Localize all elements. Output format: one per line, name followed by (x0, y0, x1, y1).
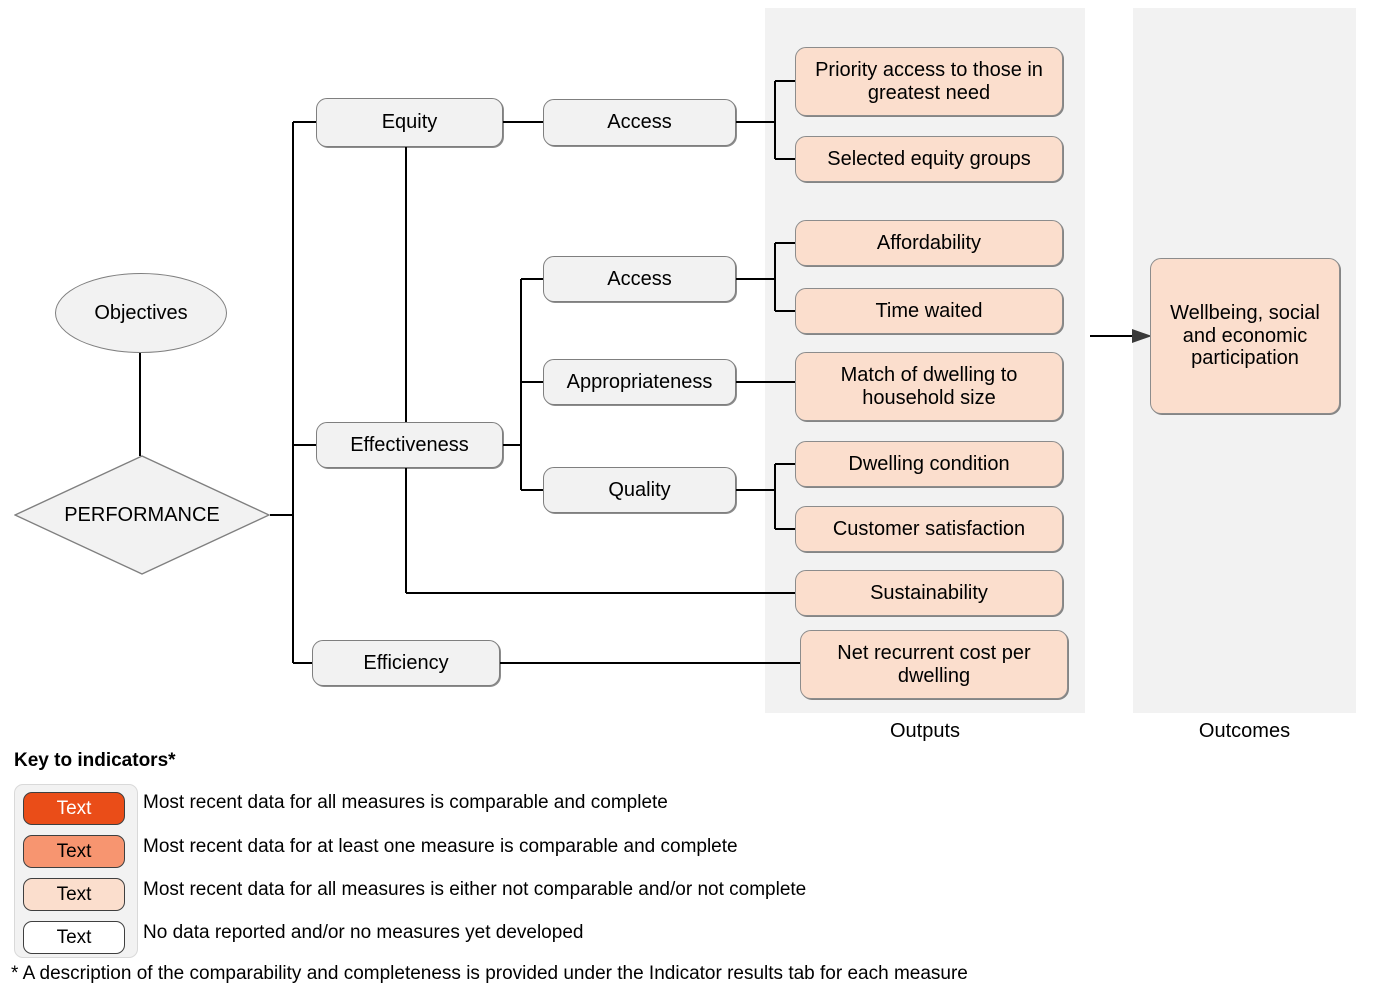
output-priority-access: Priority access to those in greatest nee… (795, 47, 1063, 116)
output-affordability-label: Affordability (876, 231, 982, 254)
output-time-waited: Time waited (795, 288, 1063, 334)
node-effectiveness-label: Effectiveness (350, 433, 469, 456)
diagram-canvas: Objectives PERFORMANCE Equity Effectiven… (0, 0, 1375, 997)
outcome-wellbeing: Wellbeing, social and economic participa… (1150, 258, 1340, 414)
output-sustainability: Sustainability (795, 570, 1063, 616)
node-objectives: Objectives (55, 273, 227, 353)
node-equity: Equity (316, 98, 503, 147)
legend-description-complete: Most recent data for all measures is com… (143, 792, 668, 813)
output-affordability: Affordability (795, 220, 1063, 266)
outcomes-column-label: Outcomes (1198, 720, 1291, 742)
output-selected-equity-groups: Selected equity groups (795, 136, 1063, 182)
output-net-recurrent-cost-label: Net recurrent cost per dwelling (837, 641, 1031, 687)
node-effectiveness-access-label: Access (607, 267, 672, 290)
legend-title: Key to indicators* (14, 750, 176, 771)
legend-swatch-partial: Text (23, 835, 125, 868)
legend-swatch-complete: Text (23, 792, 125, 825)
outcome-wellbeing-label: Wellbeing, social and economic participa… (1170, 301, 1320, 370)
legend-swatch-nodata: Text (23, 921, 125, 954)
legend-description-nodata: No data reported and/or no measures yet … (143, 922, 584, 943)
legend-footnote: * A description of the comparability and… (11, 963, 968, 984)
output-customer-satisfaction-label: Customer satisfaction (832, 517, 1026, 540)
legend-description-partial: Most recent data for at least one measur… (143, 836, 738, 857)
node-performance-label: PERFORMANCE (64, 503, 220, 526)
node-performance: PERFORMANCE (14, 455, 270, 575)
node-equity-access-label: Access (607, 111, 672, 134)
output-sustainability-label: Sustainability (870, 581, 988, 604)
output-dwelling-condition-label: Dwelling condition (848, 452, 1010, 475)
output-customer-satisfaction: Customer satisfaction (795, 506, 1063, 552)
node-appropriateness: Appropriateness (543, 359, 736, 405)
node-effectiveness-access: Access (543, 256, 736, 302)
output-selected-equity-groups-label: Selected equity groups (827, 147, 1031, 170)
legend-swatch-incomplete: Text (23, 878, 125, 911)
node-efficiency-label: Efficiency (363, 651, 449, 674)
output-priority-access-label: Priority access to those in greatest nee… (815, 58, 1043, 104)
output-time-waited-label: Time waited (875, 299, 983, 322)
node-effectiveness: Effectiveness (316, 422, 503, 468)
node-objectives-label: Objectives (94, 301, 188, 324)
output-match-of-dwelling-label: Match of dwelling to household size (840, 363, 1018, 409)
node-quality-label: Quality (608, 478, 671, 501)
output-dwelling-condition: Dwelling condition (795, 441, 1063, 487)
legend-description-incomplete: Most recent data for all measures is eit… (143, 879, 807, 900)
flow-arrowhead (1132, 329, 1152, 343)
node-equity-label: Equity (381, 111, 438, 134)
node-quality: Quality (543, 467, 736, 513)
outputs-column-label: Outputs (889, 720, 961, 742)
node-efficiency: Efficiency (312, 640, 500, 686)
output-net-recurrent-cost: Net recurrent cost per dwelling (800, 630, 1068, 699)
node-equity-access: Access (543, 99, 736, 146)
output-match-of-dwelling: Match of dwelling to household size (795, 352, 1063, 421)
node-appropriateness-label: Appropriateness (566, 370, 713, 393)
